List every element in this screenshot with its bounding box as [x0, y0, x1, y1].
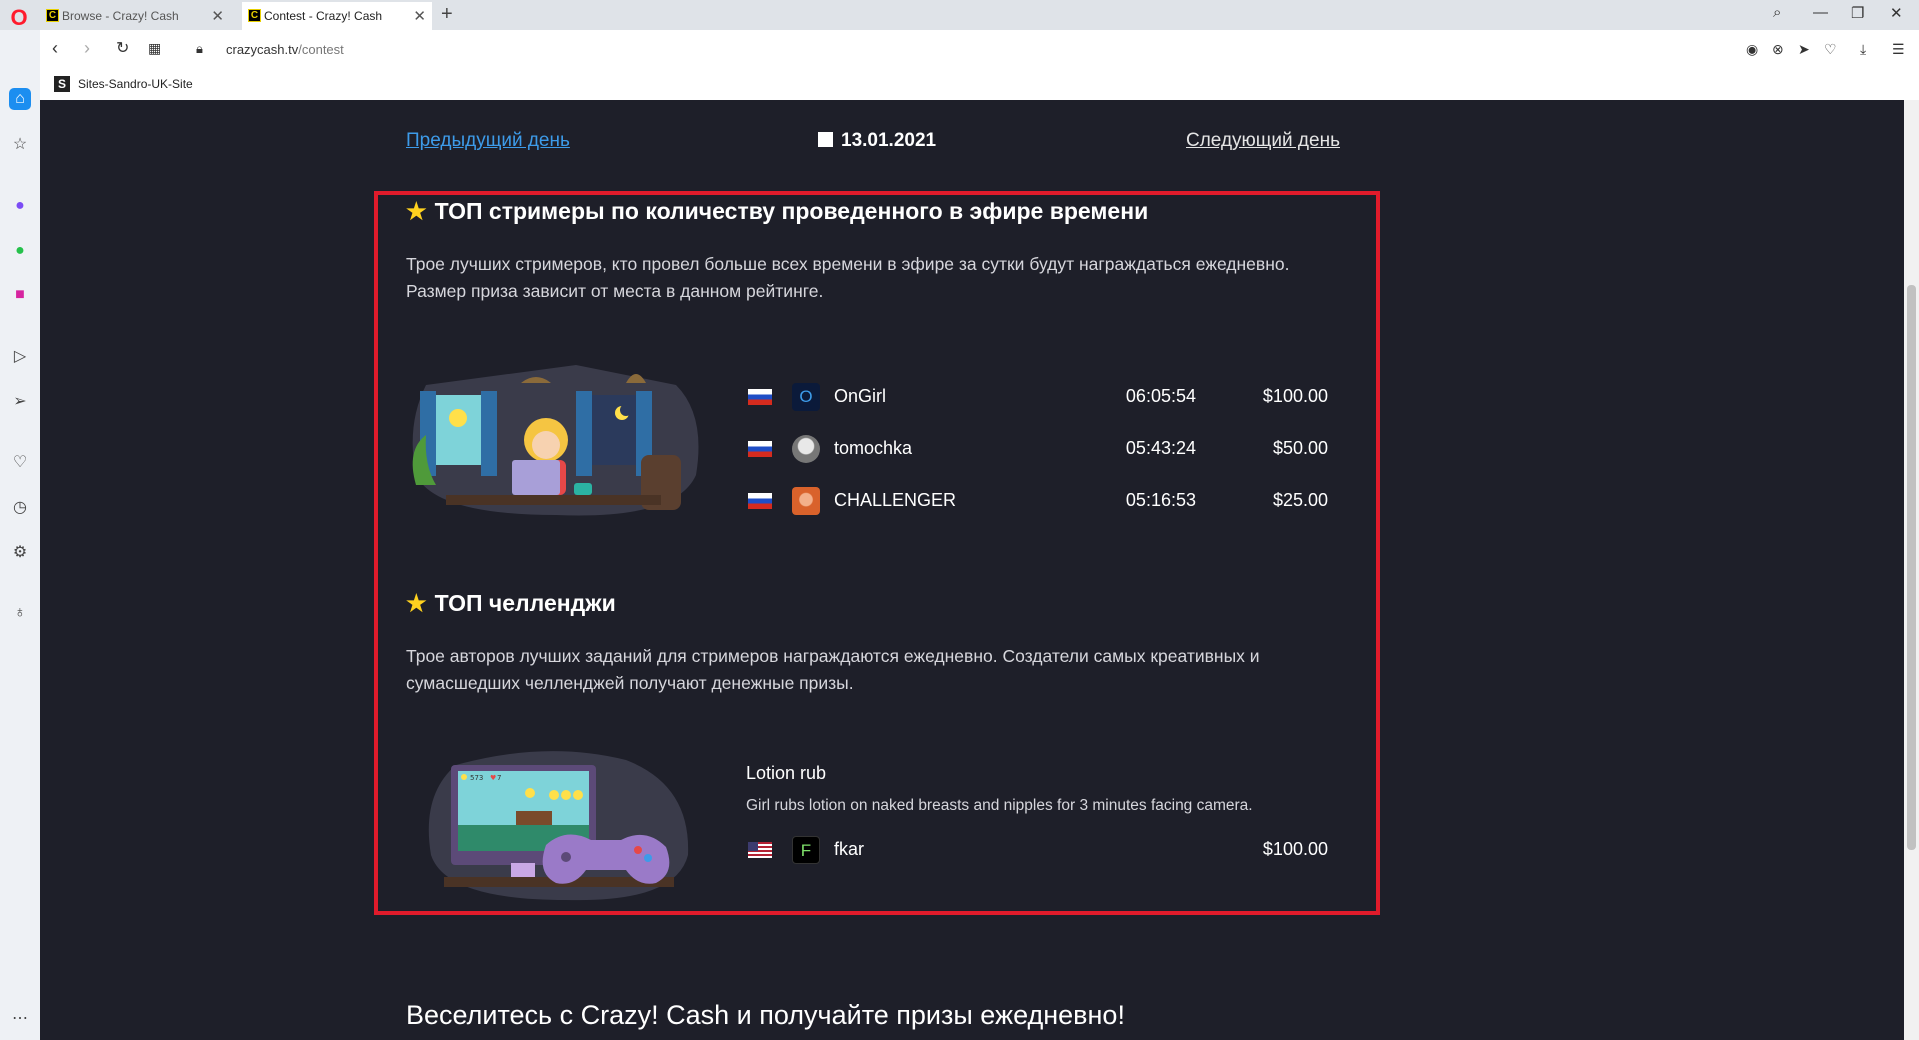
streamers-desc-line2: Размер приза зависит от места в данном р… [406, 281, 824, 301]
avatar: O [792, 383, 820, 411]
restore-icon[interactable]: ❐ [1851, 4, 1864, 22]
tips-bulb-icon[interactable]: ♁ [9, 602, 31, 624]
browser-sidebar: ⌂ ☆ ● ● ■ ▷ ➢ ♡ ◷ ⚙ ♁ ⋯ [0, 30, 40, 1040]
tab-browse[interactable]: C Browse - Crazy! Cash ✕ [40, 2, 230, 30]
scrollbar-thumb[interactable] [1907, 285, 1916, 850]
forward-icon[interactable]: › [84, 38, 90, 59]
previous-day-link[interactable]: Предыдущий день [406, 130, 570, 152]
new-tab-button[interactable]: + [441, 3, 453, 26]
download-icon[interactable]: ⤓ [1860, 41, 1866, 58]
messenger-icon[interactable]: ● [9, 195, 31, 217]
streamer-prize: $25.00 [1272, 490, 1328, 510]
challenge-title[interactable]: Lotion rub [746, 763, 826, 784]
usa-flag-icon [748, 842, 772, 858]
more-icon[interactable]: ⋯ [9, 1008, 31, 1030]
challenge-author-row[interactable]: F fkar $100.00 [748, 833, 1348, 867]
star-bookmarks-icon[interactable]: ☆ [9, 134, 31, 156]
opera-menu-icon[interactable]: O [8, 7, 30, 29]
streamer-name: OnGirl [834, 386, 887, 406]
url-host: crazycash.tv [226, 42, 299, 57]
star-icon: ★ [406, 590, 427, 616]
bookmark-site-icon: S [54, 76, 70, 92]
close-tab-icon[interactable]: ✕ [211, 7, 224, 25]
close-window-icon[interactable]: ✕ [1890, 4, 1903, 22]
streamers-desc-line1: Трое лучших стримеров, кто провел больше… [406, 254, 1290, 274]
challenges-desc-line1: Трое авторов лучших заданий для стримеро… [406, 646, 1260, 666]
url-path: /contest [298, 42, 344, 57]
bookmark-item[interactable]: Sites-Sandro-UK-Site [78, 77, 193, 91]
streamer-time: 06:05:54 [1125, 386, 1196, 406]
challenge-prize: $100.00 [1262, 839, 1328, 859]
tab-contest[interactable]: C Contest - Crazy! Cash ✕ [242, 2, 432, 30]
avatar [792, 435, 820, 463]
player-icon[interactable]: ▷ [9, 346, 31, 368]
streamers-section-title: ★ ТОП стримеры по количеству проведенного… [406, 198, 1148, 225]
game-lives: 7 [497, 774, 501, 782]
heart-icon: ♥ [490, 774, 496, 782]
streamer-row-3[interactable]: CHALLENGER 05:16:53 $25.00 [748, 484, 1348, 518]
settings-gear-icon[interactable]: ⚙ [9, 542, 31, 564]
author-name: fkar [834, 839, 865, 859]
star-icon: ★ [406, 198, 427, 224]
tab-browse-title: Browse - Crazy! Cash [62, 9, 179, 23]
snapshot-icon[interactable]: ◉ [1746, 41, 1758, 58]
streamer-name: tomochka [834, 438, 913, 458]
streamers-description: Трое лучших стримеров, кто провел больше… [406, 251, 1366, 305]
send-icon[interactable]: ➤ [1798, 41, 1810, 58]
instagram-icon[interactable]: ■ [9, 284, 31, 306]
challenges-section-title: ★ ТОП челленджи [406, 590, 616, 617]
search-tabs-icon[interactable]: ⌕ [1773, 4, 1781, 21]
flow-icon[interactable]: ➢ [9, 391, 31, 413]
streamer-time: 05:43:24 [1125, 438, 1196, 458]
streamer-time: 05:16:53 [1125, 490, 1196, 510]
streamer-illustration [412, 365, 699, 516]
tab-strip: O C Browse - Crazy! Cash ✕ C Contest - C… [0, 0, 1919, 30]
streamer-name: CHALLENGER [834, 490, 957, 510]
adblock-icon[interactable]: ⊗ [1772, 41, 1784, 58]
heart-icon[interactable]: ♡ [1824, 41, 1837, 58]
tab-contest-title: Contest - Crazy! Cash [264, 9, 383, 23]
url-field[interactable]: crazycash.tv/contest [226, 42, 344, 57]
crazycash-favicon-icon: C [248, 9, 261, 22]
streamer-row-1[interactable]: O OnGirl 06:05:54 $100.00 [748, 380, 1348, 414]
back-icon[interactable]: ‹ [52, 38, 58, 59]
current-date: 13.01.2021 [818, 130, 936, 152]
streamer-prize: $50.00 [1272, 438, 1328, 458]
footer-title: Веселитесь с Crazy! Cash и получайте при… [406, 1000, 1125, 1030]
challenges-title-text: ТОП челленджи [434, 590, 616, 616]
avatar: F [792, 836, 820, 864]
next-day-link[interactable]: Следующий день [1186, 130, 1340, 152]
crazycash-favicon-icon: C [46, 9, 59, 22]
russia-flag-icon [748, 389, 772, 405]
whatsapp-icon[interactable]: ● [9, 240, 31, 262]
history-icon[interactable]: ◷ [9, 497, 31, 519]
easy-setup-icon[interactable]: ☰ [1892, 41, 1905, 58]
page-content: Предыдущий день 13.01.2021 Следующий ден… [40, 100, 1904, 1040]
russia-flag-icon [748, 493, 772, 509]
game-coins: 573 [470, 774, 483, 782]
streamer-row-2[interactable]: tomochka 05:43:24 $50.00 [748, 432, 1348, 466]
heart-icon[interactable]: ♡ [9, 452, 31, 474]
challenges-description: Трое авторов лучших заданий для стримеро… [406, 643, 1366, 697]
streamer-prize: $100.00 [1262, 386, 1328, 406]
minimize-icon[interactable]: — [1813, 4, 1828, 21]
reload-icon[interactable]: ↻ [116, 38, 129, 58]
russia-flag-icon [748, 441, 772, 457]
lock-icon: 🔒︎ [196, 41, 203, 56]
challenge-description: Girl rubs lotion on naked breasts and ni… [746, 797, 1253, 814]
home-icon[interactable]: ⌂ [9, 88, 31, 110]
streamers-title-text: ТОП стримеры по количеству проведенного … [434, 198, 1149, 224]
address-bar: ‹ › ↻ ▦ 🔒︎ crazycash.tv/contest ◉ ⊗ ➤ ♡ … [40, 30, 1919, 72]
close-tab-icon[interactable]: ✕ [413, 7, 426, 25]
challenges-desc-line2: сумасшедших челленджей получают денежные… [406, 673, 854, 693]
page-scrollbar[interactable] [1904, 100, 1919, 1040]
date-value: 13.01.2021 [841, 130, 937, 151]
avatar [792, 487, 820, 515]
game-illustration: 573 ♥ 7 [428, 751, 689, 901]
speed-dial-icon[interactable]: ▦ [148, 40, 161, 57]
bookmarks-bar: S Sites-Sandro-UK-Site [40, 72, 1919, 100]
calendar-icon [818, 132, 833, 147]
